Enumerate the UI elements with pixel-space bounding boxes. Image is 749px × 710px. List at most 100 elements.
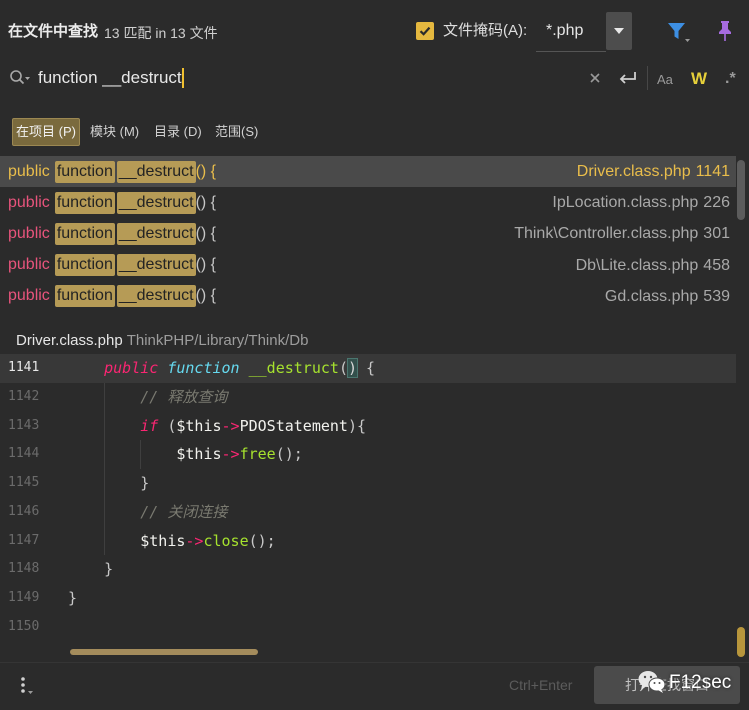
result-row[interactable]: public function __destruct() { Gd.class.ph… bbox=[0, 281, 736, 312]
code-token: } bbox=[104, 560, 114, 579]
result-location: Think\Controller.class.php 301 bbox=[514, 218, 730, 249]
dialog-title: 在文件中查找 bbox=[8, 23, 99, 40]
match-case-toggle[interactable]: Aa bbox=[657, 72, 673, 88]
line-number: 1145 bbox=[8, 475, 40, 490]
code-token: (); bbox=[275, 445, 303, 464]
code-line[interactable]: 1143 if ($this->PDOStatement){ bbox=[0, 412, 736, 441]
line-number: 1149 bbox=[8, 590, 40, 605]
preview-file-path: ThinkPHP/Library/Think/Db bbox=[126, 331, 309, 349]
code-line[interactable]: 1149} bbox=[0, 584, 736, 613]
line-number: 1144 bbox=[8, 446, 40, 462]
code-token: ){ bbox=[347, 416, 367, 435]
code-token: PDOStatement bbox=[239, 416, 348, 435]
tab-directory[interactable]: 目录 (D) bbox=[154, 118, 202, 146]
wechat-logo-icon bbox=[637, 669, 667, 695]
file-mask-dropdown-button[interactable] bbox=[606, 12, 632, 50]
result-code-prefix: public bbox=[8, 193, 50, 211]
code-text: $this->close(); bbox=[68, 527, 276, 556]
result-code-prefix: public bbox=[8, 224, 50, 242]
code-text: } bbox=[68, 584, 77, 613]
preview-horizontal-scrollbar[interactable] bbox=[70, 649, 258, 655]
result-row[interactable]: public function __destruct() { Driver.clas… bbox=[0, 156, 736, 188]
code-line[interactable]: 1146 // 关闭连接 bbox=[0, 498, 736, 527]
code-token: (); bbox=[248, 531, 276, 550]
result-code-suffix: () { bbox=[195, 162, 217, 180]
result-match: function bbox=[54, 191, 115, 214]
filter-icon[interactable] bbox=[666, 20, 692, 44]
watermark-text: F12sec bbox=[669, 672, 732, 693]
newline-icon[interactable] bbox=[617, 68, 639, 88]
result-match: function bbox=[54, 254, 115, 277]
result-code-prefix: public bbox=[8, 256, 50, 274]
line-number: 1148 bbox=[8, 561, 40, 577]
line-number: 1143 bbox=[8, 417, 40, 433]
code-line[interactable]: 1142 // 释放查询 bbox=[0, 383, 736, 412]
code-text: } bbox=[68, 469, 149, 498]
code-token: // 释放查询 bbox=[140, 387, 228, 406]
code-token: function bbox=[167, 359, 240, 377]
result-row[interactable]: public function __destruct() { IpLocation.… bbox=[0, 187, 736, 218]
code-line[interactable]: 1148 } bbox=[0, 555, 736, 584]
tab-scope[interactable]: 范围(S) bbox=[215, 118, 258, 146]
search-input[interactable]: function __destruct bbox=[36, 64, 576, 92]
code-token: -> bbox=[221, 445, 240, 464]
code-line[interactable]: 1145 } bbox=[0, 469, 736, 498]
result-code-suffix: () { bbox=[195, 287, 217, 305]
search-query-text: function __destruct bbox=[38, 68, 182, 87]
search-history-icon[interactable] bbox=[8, 68, 32, 88]
result-location: Db\Lite.class.php 458 bbox=[576, 250, 730, 281]
regex-toggle[interactable]: .* bbox=[725, 69, 736, 89]
code-token: $this bbox=[176, 416, 222, 435]
match-summary: 13 匹配 in 13 文件 bbox=[104, 25, 218, 41]
code-token: -> bbox=[185, 531, 204, 550]
results-list[interactable]: public function __destruct() { Driver.clas… bbox=[0, 156, 736, 318]
tab-project[interactable]: 在项目 (P) bbox=[12, 118, 80, 146]
code-line[interactable]: 1141 public function __destruct() { bbox=[0, 354, 736, 383]
code-token: free bbox=[239, 445, 276, 464]
result-code-suffix: () { bbox=[195, 193, 217, 211]
result-file: Driver.class.php bbox=[576, 163, 691, 180]
code-line[interactable]: 1144 $this->free(); bbox=[0, 440, 736, 469]
preview-vertical-scrollbar[interactable] bbox=[737, 627, 745, 657]
line-number: 1147 bbox=[8, 532, 40, 548]
result-line: 539 bbox=[703, 287, 730, 305]
tab-module[interactable]: 模块 (M) bbox=[90, 118, 139, 146]
whole-words-toggle[interactable]: W bbox=[691, 69, 707, 89]
result-location: Gd.class.php 539 bbox=[605, 281, 730, 312]
pin-icon[interactable] bbox=[716, 19, 734, 43]
result-match: __destruct bbox=[116, 222, 196, 245]
code-line[interactable]: 1147 $this->close(); bbox=[0, 527, 736, 556]
code-token: } bbox=[140, 474, 150, 492]
result-match: __destruct bbox=[116, 285, 196, 308]
file-mask-checkbox[interactable] bbox=[416, 22, 434, 40]
code-token: $this bbox=[176, 445, 222, 464]
result-match: __destruct bbox=[116, 160, 196, 183]
result-file: IpLocation.class.php bbox=[552, 194, 699, 212]
clear-icon[interactable] bbox=[587, 70, 603, 86]
code-token: ( bbox=[158, 416, 177, 435]
result-row[interactable]: public function __destruct() { Db\Lite.cla… bbox=[0, 250, 736, 281]
code-text: // 关闭连接 bbox=[68, 498, 227, 527]
result-line: 301 bbox=[703, 225, 730, 243]
result-file: Db\Lite.class.php bbox=[575, 256, 699, 274]
result-row[interactable]: public function __destruct() { Think\Contr… bbox=[0, 218, 736, 249]
code-line[interactable]: 1150 bbox=[0, 613, 736, 642]
code-preview[interactable]: 1141 public function __destruct() {1142 … bbox=[0, 354, 736, 660]
result-match: function bbox=[54, 160, 115, 183]
result-match: function bbox=[54, 222, 115, 245]
result-match: __destruct bbox=[116, 254, 196, 277]
indent-guide bbox=[104, 383, 105, 555]
file-mask-field[interactable]: *.php bbox=[536, 12, 606, 52]
result-location: Driver.class.php 1141 bbox=[577, 156, 730, 187]
result-location: IpLocation.class.php 226 bbox=[552, 187, 730, 218]
more-options-icon[interactable] bbox=[14, 673, 38, 697]
toolbar-separator bbox=[647, 66, 648, 90]
code-token: public bbox=[104, 359, 159, 377]
result-code-prefix: public bbox=[8, 162, 50, 180]
result-line: 226 bbox=[703, 194, 730, 212]
shortcut-hint: Ctrl+Enter bbox=[509, 677, 573, 693]
results-scrollbar[interactable] bbox=[737, 160, 745, 220]
result-code-suffix: () { bbox=[195, 224, 217, 242]
